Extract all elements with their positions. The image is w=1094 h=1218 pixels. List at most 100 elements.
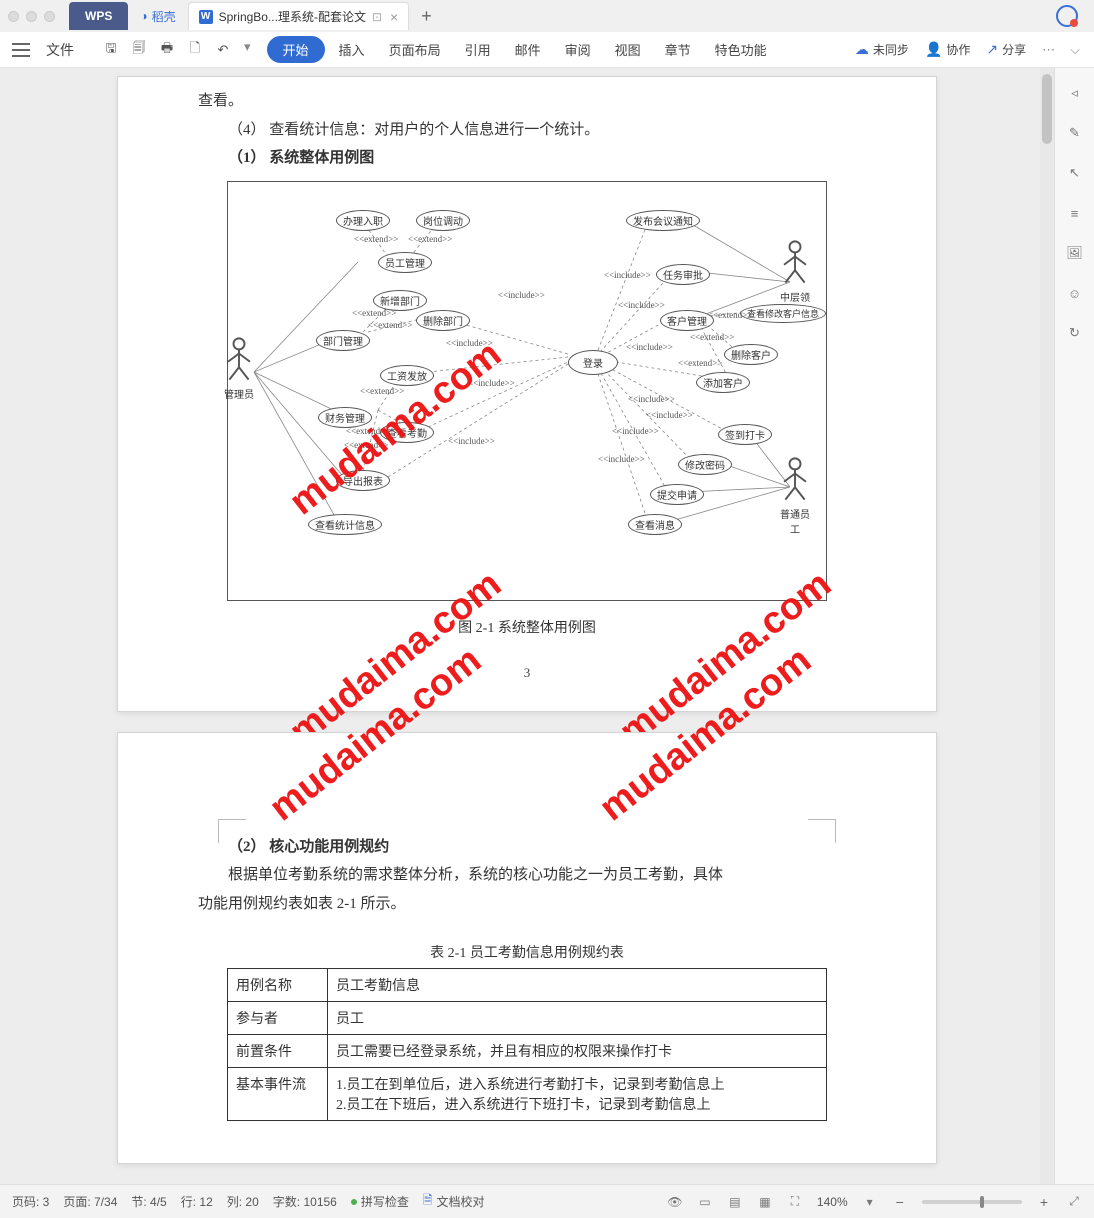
template-icon[interactable]: ☺ (1064, 282, 1086, 304)
layout-outline-icon[interactable]: ▤ (727, 1194, 743, 1210)
th-actor: 参与者 (228, 1002, 328, 1035)
tab-daoke[interactable]: ◑ 稻壳 (130, 2, 185, 30)
close-tab-icon[interactable]: × (390, 9, 398, 25)
rel-include: <<include>> (626, 342, 673, 352)
fullscreen-icon[interactable]: ⤢ (1066, 1194, 1082, 1210)
table-row: 基本事件流1.员工在到单位后，进入系统进行考勤打卡，记录到考勤信息上2.员工在下… (228, 1068, 827, 1121)
pin-icon[interactable]: ⊡ (372, 10, 382, 24)
th-precond: 前置条件 (228, 1035, 328, 1068)
print-preview-icon[interactable]: 🗋 (184, 39, 206, 61)
zoom-dropdown-icon[interactable]: ▾ (862, 1194, 878, 1210)
share-label: 分享 (1002, 41, 1026, 58)
uc-del-dept: 删除部门 (416, 310, 470, 331)
maximize-window-button[interactable] (44, 11, 55, 22)
tab-document-active[interactable]: W SpringBo...理系统-配套论文 ⊡ × (188, 2, 410, 30)
status-row[interactable]: 行: 12 (181, 1193, 213, 1210)
rel-extend: <<extend>> (352, 308, 396, 318)
history-icon[interactable]: ↻ (1064, 322, 1086, 344)
usecase-spec-table: 用例名称员工考勤信息 参与者员工 前置条件员工需要已经登录系统，并且有相应的权限… (227, 968, 827, 1121)
status-section[interactable]: 节: 4/5 (131, 1193, 166, 1210)
new-tab-button[interactable]: + (411, 6, 442, 27)
menu-file[interactable]: 文件 (36, 36, 84, 64)
toggle-panel-icon[interactable]: ◃ (1064, 82, 1086, 104)
body-text: （2） 核心功能用例规约 根据单位考勤系统的需求整体分析，系统的核心功能之一为员… (198, 833, 856, 919)
vertical-scrollbar[interactable] (1040, 68, 1054, 1184)
uc-view-cust: 查看修改客户信息 (740, 304, 826, 323)
scrollbar-thumb[interactable] (1042, 74, 1052, 144)
table-row: 前置条件员工需要已经登录系统，并且有相应的权限来操作打卡 (228, 1035, 827, 1068)
page-margin-corner (808, 819, 836, 843)
menu-page-layout[interactable]: 页面布局 (379, 36, 451, 63)
rel-extend: <<extend>> (408, 234, 452, 244)
sync-label: 未同步 (873, 41, 909, 58)
uc-onboard: 办理入职 (336, 210, 390, 231)
eye-view-icon[interactable]: 👁 (667, 1194, 683, 1210)
status-bar: 页码: 3 页面: 7/34 节: 4/5 行: 12 列: 20 字数: 10… (0, 1184, 1094, 1218)
zoom-out-button[interactable]: − (892, 1194, 908, 1210)
heading-usecase-spec: （2） 核心功能用例规约 (198, 833, 856, 862)
toolbar-dropdown-icon[interactable]: ▾ (240, 39, 255, 61)
paragraph-cont: 功能用例规约表如表 2-1 所示。 (198, 896, 406, 912)
app-logo-icon[interactable] (1056, 5, 1078, 27)
layout-page-icon[interactable]: ▭ (697, 1194, 713, 1210)
tab-label: 稻壳 (152, 8, 176, 25)
hamburger-menu-icon[interactable] (10, 39, 32, 61)
more-menu-icon[interactable]: ⋯ (1036, 42, 1062, 58)
status-proofread[interactable]: 🗎文档校对 (423, 1191, 485, 1212)
uc-signin: 签到打卡 (718, 424, 772, 445)
tab-wps-home[interactable]: WPS (69, 2, 128, 30)
undo-icon[interactable]: ↶ (212, 39, 234, 61)
rel-include: <<include>> (468, 378, 515, 388)
fit-screen-icon[interactable]: ⛶ (787, 1194, 803, 1210)
edit-pen-icon[interactable]: ✎ (1064, 122, 1086, 144)
close-window-button[interactable] (8, 11, 19, 22)
status-col[interactable]: 列: 20 (227, 1193, 259, 1210)
uc-stats: 查看统计信息 (308, 514, 382, 535)
print-icon[interactable]: 🖶 (156, 39, 178, 61)
document-canvas[interactable]: 查看。 （4） 查看统计信息：对用户的个人信息进行一个统计。 （1） 系统整体用… (0, 68, 1054, 1184)
rel-extend: <<extend>> (708, 310, 752, 320)
share-button[interactable]: ↗分享 (980, 37, 1032, 62)
heading-usecase-diagram: （1） 系统整体用例图 (198, 144, 856, 173)
image-icon[interactable]: 🖼 (1064, 242, 1086, 264)
zoom-in-button[interactable]: + (1036, 1194, 1052, 1210)
rel-include: <<include>> (498, 290, 545, 300)
menu-features[interactable]: 特色功能 (705, 36, 777, 63)
menu-insert[interactable]: 插入 (329, 36, 375, 63)
menu-view[interactable]: 视图 (605, 36, 651, 63)
menu-review[interactable]: 审阅 (555, 36, 601, 63)
minimize-window-button[interactable] (26, 11, 37, 22)
settings-slider-icon[interactable]: ≡ (1064, 202, 1086, 224)
uc-meeting: 发布会议通知 (626, 210, 700, 231)
status-page-code[interactable]: 页码: 3 (12, 1193, 49, 1210)
rel-extend: <<extend>> (678, 358, 722, 368)
uc-cust-mgmt: 客户管理 (660, 310, 714, 331)
save-icon[interactable]: 🖫 (100, 39, 122, 61)
rel-include: <<include>> (628, 394, 675, 404)
uc-login: 登录 (568, 350, 618, 375)
menu-start[interactable]: 开始 (267, 36, 325, 63)
menu-references[interactable]: 引用 (455, 36, 501, 63)
td-precond: 员工需要已经登录系统，并且有相应的权限来操作打卡 (328, 1035, 827, 1068)
status-spellcheck[interactable]: 拼写检查 (351, 1193, 409, 1210)
th-name: 用例名称 (228, 969, 328, 1002)
rel-extend: <<extend>> (346, 426, 390, 436)
title-bar: WPS ◑ 稻壳 W SpringBo...理系统-配套论文 ⊡ × + (0, 0, 1094, 32)
status-page[interactable]: 页面: 7/34 (63, 1193, 117, 1210)
menu-chapter[interactable]: 章节 (655, 36, 701, 63)
zoom-slider[interactable] (922, 1200, 1022, 1204)
uc-salary: 工资发放 (380, 365, 434, 386)
zoom-readout[interactable]: 140% (817, 1195, 848, 1209)
select-cursor-icon[interactable]: ↖ (1064, 162, 1086, 184)
sync-status-button[interactable]: ☁未同步 (849, 37, 915, 62)
uc-export: 导出报表 (336, 470, 390, 491)
collapse-ribbon-icon[interactable]: ⌵ (1066, 42, 1084, 58)
layout-web-icon[interactable]: ▦ (757, 1194, 773, 1210)
page-4: （2） 核心功能用例规约 根据单位考勤系统的需求整体分析，系统的核心功能之一为员… (117, 732, 937, 1165)
save-as-icon[interactable]: 🗐 (128, 39, 150, 61)
collab-button[interactable]: 👤协作 (919, 37, 976, 62)
menu-mail[interactable]: 邮件 (505, 36, 551, 63)
uc-add-cust: 添加客户 (696, 372, 750, 393)
paragraph: 根据单位考勤系统的需求整体分析，系统的核心功能之一为员工考勤，具体 (198, 861, 856, 890)
status-word-count[interactable]: 字数: 10156 (273, 1193, 337, 1210)
